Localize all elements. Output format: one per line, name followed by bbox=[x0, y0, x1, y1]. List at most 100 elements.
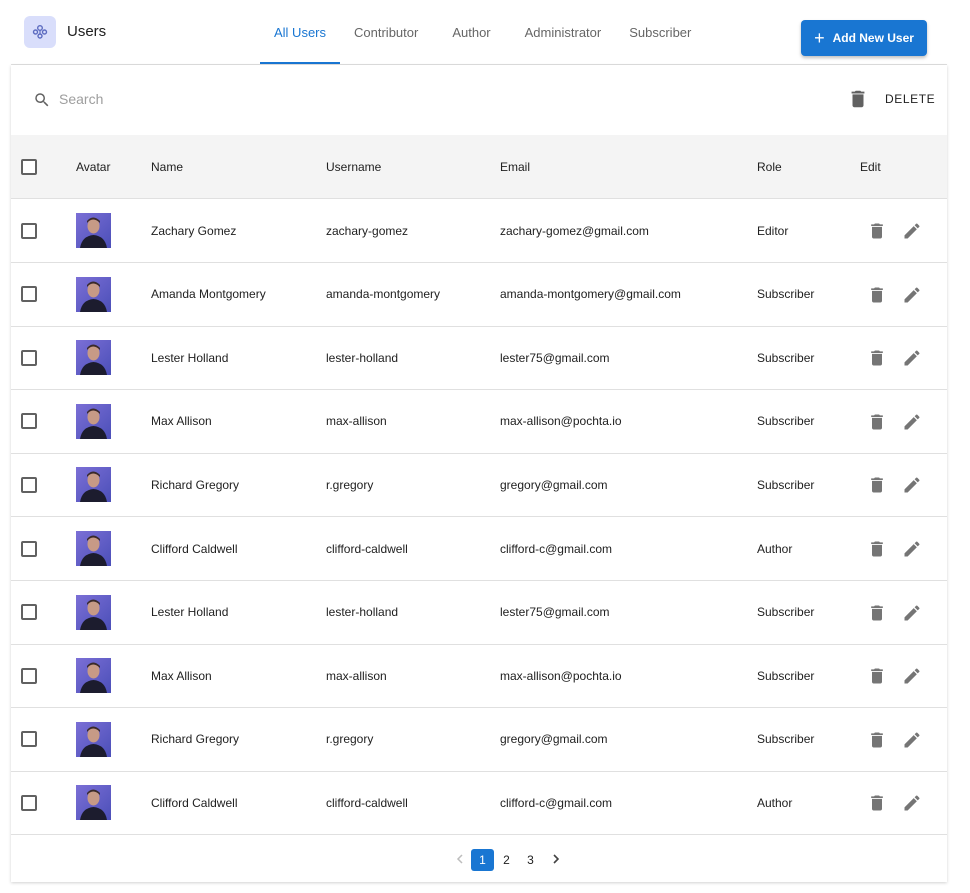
row-checkbox[interactable] bbox=[21, 604, 37, 621]
edit-row-button[interactable] bbox=[902, 285, 922, 310]
table-row: Zachary Gomez zachary-gomez zachary-gome… bbox=[11, 199, 947, 263]
column-header-username: Username bbox=[326, 160, 382, 174]
user-role: Subscriber bbox=[757, 732, 815, 747]
tab-administrator[interactable]: Administrator bbox=[511, 0, 616, 64]
row-checkbox[interactable] bbox=[21, 667, 37, 684]
avatar bbox=[76, 340, 111, 376]
user-name: Lester Holland bbox=[151, 605, 229, 620]
column-header-avatar: Avatar bbox=[76, 160, 111, 174]
avatar bbox=[76, 403, 111, 439]
user-name: Zachary Gomez bbox=[151, 223, 237, 238]
delete-row-button[interactable] bbox=[867, 603, 887, 628]
trash-icon bbox=[867, 477, 887, 499]
page-button-3[interactable]: 3 bbox=[519, 849, 542, 871]
user-username: r.gregory bbox=[326, 477, 374, 492]
row-checkbox[interactable] bbox=[21, 413, 37, 430]
edit-row-button[interactable] bbox=[902, 475, 922, 500]
user-role: Editor bbox=[757, 223, 789, 238]
edit-row-button[interactable] bbox=[902, 221, 922, 246]
trash-icon bbox=[867, 287, 887, 309]
column-header-email: Email bbox=[500, 160, 531, 174]
user-username: clifford-caldwell bbox=[326, 795, 408, 810]
edit-row-button[interactable] bbox=[902, 348, 922, 373]
edit-row-button[interactable] bbox=[902, 412, 922, 437]
pencil-icon bbox=[902, 668, 922, 690]
table-row: Amanda Montgomery amanda-montgomery aman… bbox=[11, 263, 947, 327]
pencil-icon bbox=[902, 287, 922, 309]
trash-icon bbox=[867, 350, 887, 372]
delete-row-button[interactable] bbox=[867, 539, 887, 564]
tab-author[interactable]: Author bbox=[432, 0, 510, 64]
user-role: Subscriber bbox=[757, 605, 815, 620]
row-checkbox[interactable] bbox=[21, 794, 37, 811]
user-role: Subscriber bbox=[757, 668, 815, 683]
plus-icon: + bbox=[814, 28, 825, 48]
delete-row-button[interactable] bbox=[867, 475, 887, 500]
search-input[interactable] bbox=[59, 87, 359, 111]
user-name: Clifford Caldwell bbox=[151, 541, 238, 556]
table-row: Clifford Caldwell clifford-caldwell clif… bbox=[11, 771, 947, 836]
user-email: clifford-c@gmail.com bbox=[500, 541, 612, 556]
chevron-left-icon bbox=[452, 849, 468, 869]
delete-row-button[interactable] bbox=[867, 793, 887, 818]
row-checkbox[interactable] bbox=[21, 476, 37, 493]
avatar bbox=[76, 531, 111, 566]
user-email: gregory@gmail.com bbox=[500, 477, 608, 492]
delete-row-button[interactable] bbox=[867, 412, 887, 437]
row-checkbox[interactable] bbox=[21, 286, 37, 303]
users-table-card: DELETE Avatar Name Username Email Role E… bbox=[11, 65, 947, 882]
user-username: r.gregory bbox=[326, 732, 374, 747]
delete-row-button[interactable] bbox=[867, 666, 887, 691]
delete-row-button[interactable] bbox=[867, 285, 887, 310]
user-role: Subscriber bbox=[757, 477, 815, 492]
user-username: zachary-gomez bbox=[326, 223, 409, 238]
user-role: Subscriber bbox=[757, 350, 815, 365]
edit-row-button[interactable] bbox=[902, 730, 922, 755]
pencil-icon bbox=[902, 350, 922, 372]
tab-contributor[interactable]: Contributor bbox=[340, 0, 432, 64]
table-toolbar: DELETE bbox=[11, 65, 947, 135]
avatar bbox=[76, 213, 111, 248]
pencil-icon bbox=[902, 795, 922, 817]
user-email: lester75@gmail.com bbox=[500, 350, 610, 365]
delete-selected-button[interactable]: DELETE bbox=[847, 87, 935, 111]
table-row: Max Allison max-allison max-allison@poch… bbox=[11, 390, 947, 454]
delete-row-button[interactable] bbox=[867, 730, 887, 755]
row-checkbox[interactable] bbox=[21, 349, 37, 366]
table-row: Richard Gregory r.gregory gregory@gmail.… bbox=[11, 708, 947, 772]
row-checkbox[interactable] bbox=[21, 731, 37, 748]
trash-icon bbox=[851, 90, 865, 108]
edit-row-button[interactable] bbox=[902, 666, 922, 691]
add-new-user-button[interactable]: + Add New User bbox=[801, 20, 927, 56]
trash-icon bbox=[867, 541, 887, 563]
edit-row-button[interactable] bbox=[902, 793, 922, 818]
user-username: clifford-caldwell bbox=[326, 541, 408, 556]
pencil-icon bbox=[902, 732, 922, 754]
pencil-icon bbox=[902, 223, 922, 245]
delete-row-button[interactable] bbox=[867, 221, 887, 246]
select-all-checkbox[interactable] bbox=[21, 159, 37, 175]
row-checkbox[interactable] bbox=[21, 540, 37, 557]
edit-row-button[interactable] bbox=[902, 539, 922, 564]
pencil-icon bbox=[902, 414, 922, 436]
user-email: clifford-c@gmail.com bbox=[500, 795, 612, 810]
next-page-button[interactable] bbox=[548, 849, 564, 869]
user-name: Amanda Montgomery bbox=[151, 287, 266, 302]
table-row: Lester Holland lester-holland lester75@g… bbox=[11, 581, 947, 645]
edit-row-button[interactable] bbox=[902, 603, 922, 628]
user-email: amanda-montgomery@gmail.com bbox=[500, 287, 681, 302]
tab-subscriber[interactable]: Subscriber bbox=[615, 0, 705, 64]
column-header-role: Role bbox=[757, 160, 782, 174]
row-checkbox[interactable] bbox=[21, 222, 37, 239]
user-role: Author bbox=[757, 795, 793, 810]
trash-icon bbox=[867, 732, 887, 754]
search-icon bbox=[35, 93, 49, 107]
user-email: max-allison@pochta.io bbox=[500, 668, 622, 683]
delete-row-button[interactable] bbox=[867, 348, 887, 373]
page-button-1[interactable]: 1 bbox=[471, 849, 494, 871]
page-button-2[interactable]: 2 bbox=[495, 849, 518, 871]
tab-all-users[interactable]: All Users bbox=[260, 0, 341, 64]
table-row: Max Allison max-allison max-allison@poch… bbox=[11, 644, 947, 709]
column-header-edit: Edit bbox=[860, 160, 881, 174]
user-username: max-allison bbox=[326, 414, 387, 429]
